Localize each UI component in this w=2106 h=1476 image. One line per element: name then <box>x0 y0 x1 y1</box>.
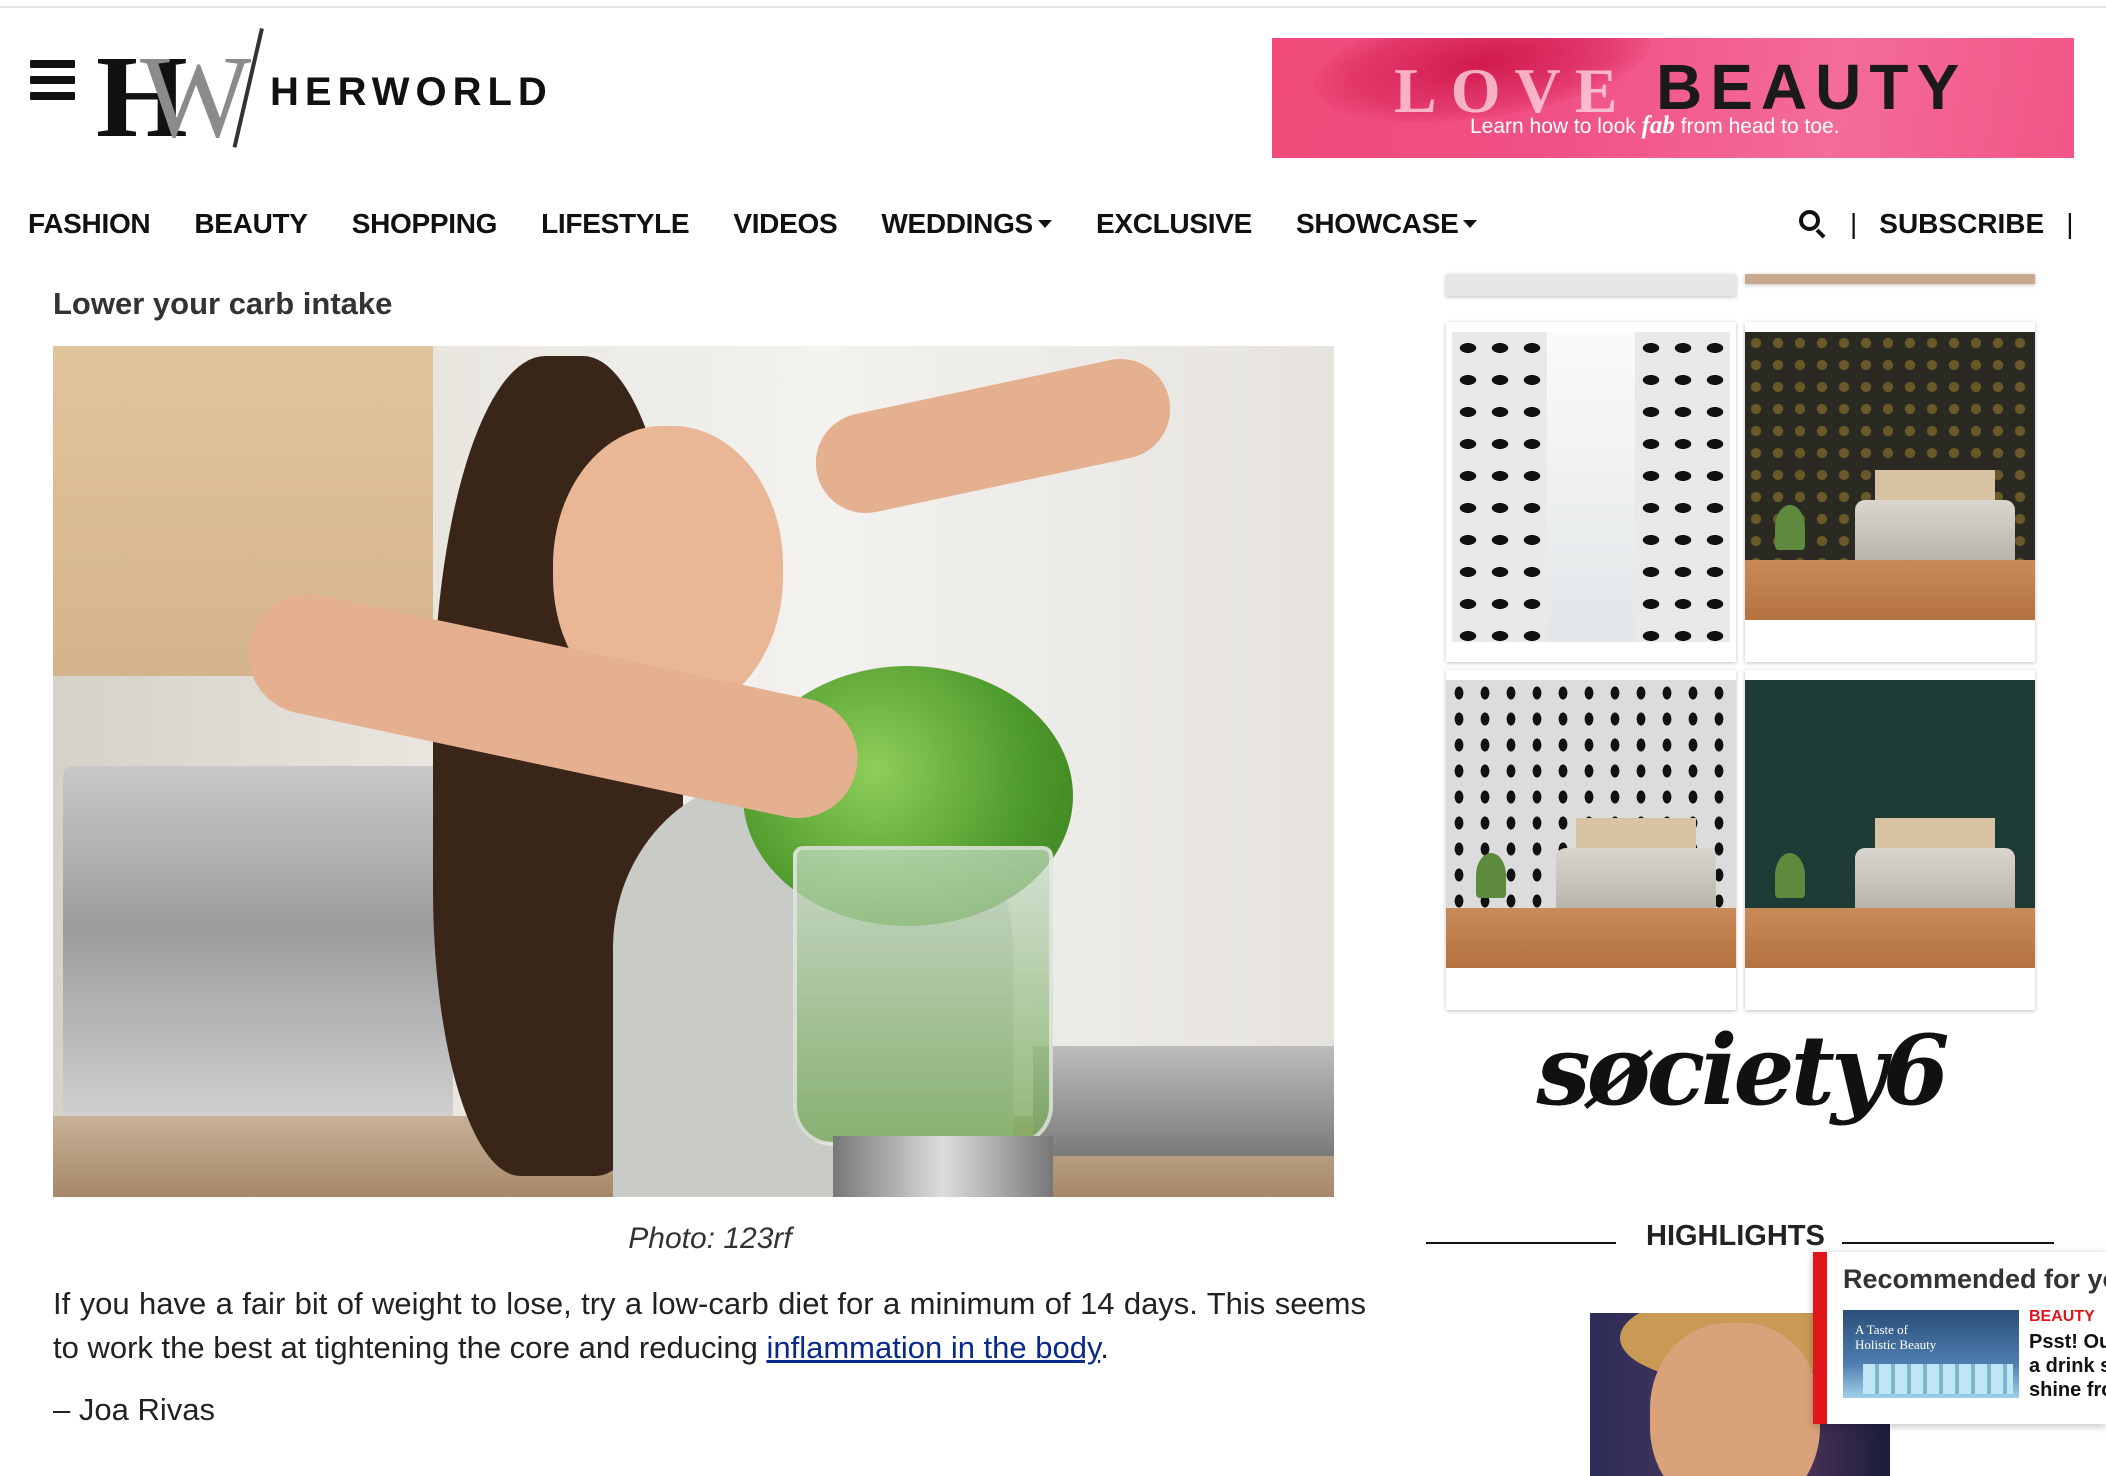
chevron-down-icon <box>1463 220 1478 228</box>
nav-beauty[interactable]: BEAUTY <box>194 208 308 240</box>
main-nav: FASHION BEAUTY SHOPPING LIFESTYLE VIDEOS… <box>28 204 1521 244</box>
photo-caption: Photo: 123rf <box>628 1222 792 1255</box>
article-paragraph: If you have a fair bit of weight to lose… <box>53 1286 1366 1365</box>
ad-product-wallpaper-gold[interactable] <box>1745 322 2035 662</box>
ad-product-wallpaper-grey[interactable] <box>1446 670 1736 1010</box>
nav-actions: | SUBSCRIBE | <box>1798 204 2095 244</box>
article-photo <box>53 346 1334 1197</box>
love-beauty-banner-ad[interactable]: LOVE BEAUTY Learn how to look fab from h… <box>1272 38 2074 158</box>
society6-logo[interactable]: søciety6 <box>1446 1014 2036 1127</box>
ad-product-curtain[interactable] <box>1446 322 1736 662</box>
inflammation-link[interactable]: inflammation in the body <box>766 1330 1100 1365</box>
search-icon[interactable] <box>1798 209 1828 239</box>
nav-fashion[interactable]: FASHION <box>28 208 151 240</box>
menu-icon[interactable] <box>30 60 75 100</box>
nav-lifestyle[interactable]: LIFESTYLE <box>541 208 690 240</box>
thumbnail-caption: A Taste of Holistic Beauty <box>1855 1322 1937 1352</box>
ad-tile-partial <box>1446 274 1736 296</box>
section-heading: Lower your carb intake <box>53 286 393 321</box>
nav-shopping[interactable]: SHOPPING <box>352 208 498 240</box>
nav-weddings[interactable]: WEDDINGS <box>881 208 1052 240</box>
herworld-logo[interactable]: H W HERWORLD <box>96 28 547 156</box>
ad-product-wallpaper-teal[interactable] <box>1745 670 2035 1010</box>
nav-exclusive[interactable]: EXCLUSIVE <box>1096 208 1252 240</box>
recommended-popup[interactable]: Recommended for yo A Taste of Holistic B… <box>1813 1252 2106 1424</box>
ad-tagline: Learn how to look fab from head to toe. <box>1470 112 1840 139</box>
recommended-thumbnail[interactable]: A Taste of Holistic Beauty <box>1843 1310 2019 1398</box>
subscribe-link[interactable]: SUBSCRIBE <box>1879 208 2044 240</box>
nav-showcase[interactable]: SHOWCASE <box>1296 208 1478 240</box>
recommended-category: BEAUTY <box>2029 1308 2095 1325</box>
highlights-rule-right <box>1842 1242 2054 1244</box>
recommended-headline[interactable]: Psst! Ou a drink s shine fro <box>2029 1330 2106 1402</box>
nav-videos[interactable]: VIDEOS <box>733 208 837 240</box>
logo-wordmark: HERWORLD <box>270 70 553 114</box>
logo-monogram-w: W <box>140 31 251 162</box>
nav-separator: | <box>2066 208 2074 239</box>
highlights-heading: HIGHLIGHTS <box>1646 1220 1825 1252</box>
highlights-rule-left <box>1426 1242 1616 1244</box>
ad-tile-partial <box>1745 274 2035 284</box>
quote-author: – Joa Rivas <box>53 1392 215 1427</box>
chevron-down-icon <box>1037 220 1052 228</box>
browser-top-border <box>0 0 2106 8</box>
recommended-title: Recommended for yo <box>1843 1264 2106 1294</box>
nav-separator: | <box>1850 208 1858 239</box>
